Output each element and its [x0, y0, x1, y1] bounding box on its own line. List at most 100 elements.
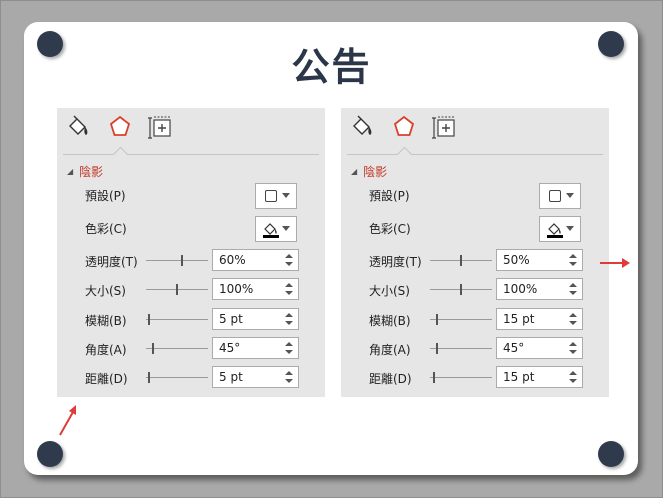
spin-down-icon[interactable] [285, 291, 293, 295]
transparency-slider[interactable] [146, 255, 208, 266]
preset-row: 預設(P) [341, 183, 609, 209]
spin-up-icon[interactable] [285, 342, 293, 346]
shadow-direction-arrow-right [600, 258, 630, 268]
fill-color-icon [263, 223, 279, 238]
preset-row: 預設(P) [57, 183, 325, 209]
distance-label: 距離(D) [369, 372, 412, 386]
distance-spinbox[interactable]: 5 pt [212, 366, 299, 388]
panel-tabs [341, 108, 609, 163]
spin-down-icon[interactable] [569, 291, 577, 295]
color-dropdown[interactable] [255, 216, 297, 242]
spin-down-icon[interactable] [569, 350, 577, 354]
spin-up-icon[interactable] [285, 313, 293, 317]
size-slider[interactable] [146, 284, 208, 295]
transparency-slider[interactable] [430, 255, 492, 266]
blur-value: 15 pt [503, 312, 535, 326]
preset-label: 預設(P) [369, 189, 410, 203]
transparency-label: 透明度(T) [369, 255, 422, 269]
size-row: 大小(S) 100% [57, 278, 325, 302]
blur-row: 模糊(B) 15 pt [341, 308, 609, 332]
chevron-down-icon [282, 193, 290, 198]
spin-down-icon[interactable] [285, 321, 293, 325]
spin-up-icon[interactable] [285, 371, 293, 375]
shadow-direction-arrow-up [59, 405, 76, 436]
distance-label: 距離(D) [85, 372, 128, 386]
pin-bottom-right [598, 441, 624, 467]
angle-spinbox[interactable]: 45° [212, 337, 299, 359]
pentagon-effects-icon[interactable] [107, 114, 133, 140]
spin-up-icon[interactable] [569, 254, 577, 258]
size-label: 大小(S) [85, 284, 126, 298]
angle-label: 角度(A) [85, 343, 127, 357]
distance-slider[interactable] [430, 372, 492, 383]
blur-spinbox[interactable]: 15 pt [496, 308, 583, 330]
size-row: 大小(S) 100% [341, 278, 609, 302]
shadow-section-header[interactable]: ◢ 陰影 [67, 164, 103, 179]
paint-bucket-icon[interactable] [349, 114, 375, 140]
chevron-down-icon [566, 226, 574, 231]
color-row: 色彩(C) [341, 216, 609, 242]
slider-thumb[interactable] [433, 372, 435, 383]
size-spinbox[interactable]: 100% [496, 278, 583, 300]
collapse-triangle-icon: ◢ [67, 166, 74, 176]
spin-down-icon[interactable] [569, 262, 577, 266]
blur-slider[interactable] [146, 314, 208, 325]
distance-value: 15 pt [503, 370, 535, 384]
shadow-section-header[interactable]: ◢ 陰影 [351, 164, 387, 179]
slider-thumb[interactable] [436, 314, 438, 325]
angle-label: 角度(A) [369, 343, 411, 357]
spin-up-icon[interactable] [569, 342, 577, 346]
size-properties-icon[interactable] [147, 114, 173, 140]
blur-spinbox[interactable]: 5 pt [212, 308, 299, 330]
slider-thumb[interactable] [176, 284, 178, 295]
angle-row: 角度(A) 45° [341, 337, 609, 361]
blur-slider[interactable] [430, 314, 492, 325]
color-dropdown[interactable] [539, 216, 581, 242]
slider-thumb[interactable] [460, 284, 462, 295]
collapse-triangle-icon: ◢ [351, 166, 358, 176]
transparency-spinbox[interactable]: 60% [212, 249, 299, 271]
distance-slider[interactable] [146, 372, 208, 383]
transparency-label: 透明度(T) [85, 255, 138, 269]
preset-dropdown[interactable] [255, 183, 297, 209]
page-title: 公告 [291, 44, 372, 89]
transparency-value: 60% [219, 253, 246, 267]
size-value: 100% [503, 282, 538, 296]
size-value: 100% [219, 282, 254, 296]
distance-spinbox[interactable]: 15 pt [496, 366, 583, 388]
spin-up-icon[interactable] [569, 283, 577, 287]
slider-thumb[interactable] [152, 343, 154, 354]
angle-value: 45° [219, 341, 241, 355]
slider-thumb[interactable] [460, 255, 462, 266]
color-label: 色彩(C) [369, 222, 411, 236]
spin-down-icon[interactable] [569, 321, 577, 325]
slider-thumb[interactable] [181, 255, 183, 266]
spin-up-icon[interactable] [285, 254, 293, 258]
spin-down-icon[interactable] [285, 262, 293, 266]
size-slider[interactable] [430, 284, 492, 295]
size-spinbox[interactable]: 100% [212, 278, 299, 300]
distance-row: 距離(D) 15 pt [341, 366, 609, 390]
spin-up-icon[interactable] [569, 371, 577, 375]
slider-thumb[interactable] [148, 372, 150, 383]
blur-label: 模糊(B) [85, 314, 127, 328]
transparency-spinbox[interactable]: 50% [496, 249, 583, 271]
chevron-down-icon [282, 226, 290, 231]
slider-thumb[interactable] [436, 343, 438, 354]
size-properties-icon[interactable] [431, 114, 457, 140]
shadow-panel-right: ◢ 陰影 預設(P) 色彩(C) 透明度(T) 50% 大小(S) 100% 模… [341, 108, 609, 397]
slider-thumb[interactable] [148, 314, 150, 325]
preset-dropdown[interactable] [539, 183, 581, 209]
angle-slider[interactable] [430, 343, 492, 354]
spin-up-icon[interactable] [285, 283, 293, 287]
angle-spinbox[interactable]: 45° [496, 337, 583, 359]
spin-down-icon[interactable] [569, 379, 577, 383]
spin-down-icon[interactable] [285, 379, 293, 383]
paint-bucket-icon[interactable] [65, 114, 91, 140]
spin-down-icon[interactable] [285, 350, 293, 354]
pentagon-effects-icon[interactable] [391, 114, 417, 140]
color-label: 色彩(C) [85, 222, 127, 236]
fill-color-icon [547, 223, 563, 238]
angle-slider[interactable] [146, 343, 208, 354]
spin-up-icon[interactable] [569, 313, 577, 317]
